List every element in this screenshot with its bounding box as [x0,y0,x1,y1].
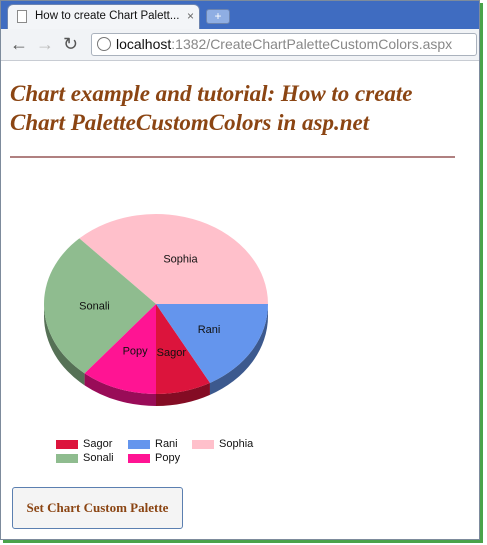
url-text: localhost:1382/CreateChartPaletteCustomC… [116,36,452,52]
pie-label-popy: Popy [123,346,149,358]
browser-toolbar: ← → ↻ localhost:1382/CreateChartPaletteC… [1,29,479,61]
tab-strip: How to create Chart Palett... × + [1,1,479,29]
globe-icon [97,37,111,51]
legend-label: Popy [155,452,181,464]
pie-label-sagor: Sagor [157,347,187,359]
back-arrow-icon[interactable]: ← [10,34,28,55]
legend-entry-sonali: Sonali [56,452,114,464]
legend-label: Sonali [83,452,114,464]
new-tab-button[interactable]: + [206,9,230,24]
legend-label: Sagor [83,438,113,450]
horizontal-rule [10,156,455,158]
pie-label-rani: Rani [198,324,221,336]
legend-entry-popy: Popy [128,452,180,464]
legend-entry-sophia: Sophia [192,438,253,450]
url-host: localhost [116,36,172,52]
legend-label: Rani [155,438,178,450]
page-title: Chart example and tutorial: How to creat… [10,81,413,135]
legend-entry-sagor: Sagor [56,438,112,450]
pie-label-sonali: Sonali [79,301,110,313]
tab-create-chart-palette[interactable]: How to create Chart Palett... × [7,4,200,29]
pie-label-sophia: Sophia [163,254,198,266]
forward-arrow-icon[interactable]: → [36,34,54,55]
url-path: :1382/CreateChartPaletteCustomColors.asp… [171,36,453,52]
tab-title: How to create Chart Palett... [35,10,180,22]
legend-swatch [56,439,78,449]
legend-label: Sophia [219,438,254,450]
legend-entry-rani: Rani [128,438,178,450]
set-chart-custom-palette-button[interactable]: Set Chart Custom Palette [12,487,183,529]
reload-icon[interactable]: ↻ [63,34,78,55]
legend-swatch [56,453,78,463]
address-bar[interactable]: localhost:1382/CreateChartPaletteCustomC… [91,33,477,56]
browser-window: How to create Chart Palett... × + ← → ↻ … [0,0,480,540]
legend-swatch [128,453,150,463]
pie-chart: Sagor Rani Sophia Sonali Popy [43,214,268,406]
legend-swatch [128,439,150,449]
legend-swatch [192,439,214,449]
close-icon[interactable]: × [187,9,194,23]
page-icon [17,10,27,23]
